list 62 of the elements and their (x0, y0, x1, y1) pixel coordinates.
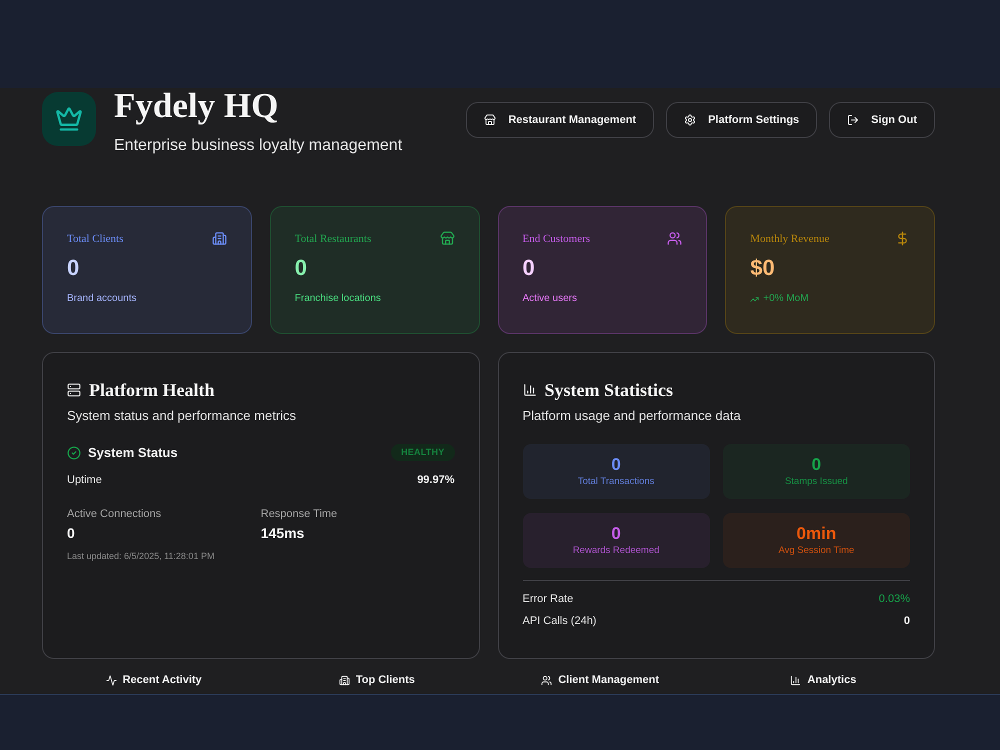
check-circle-icon (67, 446, 81, 460)
app-subtitle: Enterprise business loyalty management (114, 136, 402, 156)
header-action-button[interactable]: Platform Settings (666, 102, 818, 138)
stat-card-title: Monthly Revenue (750, 232, 830, 246)
tile-label: Avg Session Time (778, 545, 854, 557)
panel-title: System Statistics (544, 379, 673, 401)
tile-value: 0min (796, 524, 836, 544)
tile-label: Rewards Redeemed (572, 545, 660, 557)
dollar-icon (895, 231, 910, 246)
status-label: System Status (88, 444, 178, 460)
users-icon (667, 231, 682, 246)
stat-card-title: End Customers (522, 232, 590, 246)
stat-row-label: API Calls (24h) (522, 615, 596, 628)
section-tab[interactable]: Recent Activity (106, 673, 202, 687)
bar-chart-icon (522, 383, 536, 397)
stat-row-label: Error Rate (522, 593, 574, 606)
crown-logo-icon (42, 92, 96, 146)
metric-label: Response Time (260, 507, 338, 521)
stat-card-caption: Active users (522, 293, 577, 305)
tile-label: Total Transactions (578, 476, 654, 488)
section-tab[interactable]: Analytics (790, 673, 856, 687)
server-icon (67, 383, 81, 397)
tile-value: 0 (611, 455, 621, 475)
sign-out-icon (847, 114, 860, 126)
activity-icon (106, 674, 117, 686)
stat-card-caption: Franchise locations (294, 293, 381, 305)
last-updated-text: Last updated: 6/5/2025, 11:28:01 PM (67, 550, 216, 562)
status-badge: HEALTHY (391, 444, 454, 461)
panel-subtitle: Platform usage and performance data (522, 408, 742, 424)
bar-chart-icon (790, 674, 802, 686)
metric-value: 0 (67, 524, 76, 542)
stat-card-caption: +0% MoM (763, 293, 809, 305)
tile-value: 0 (812, 455, 822, 475)
metric-label: Active Connections (67, 507, 162, 521)
stat-card-value: $0 (750, 255, 776, 281)
building-icon (212, 231, 227, 246)
metric-value: 145ms (260, 524, 306, 542)
tile-value: 0 (611, 524, 621, 544)
users-icon (541, 674, 552, 686)
store-icon (484, 114, 496, 126)
panel-title: Platform Health (89, 379, 214, 401)
header-action-button[interactable]: Sign Out (829, 102, 935, 138)
panel-subtitle: System status and performance metrics (67, 408, 298, 424)
header-action-button[interactable]: Restaurant Management (466, 102, 654, 138)
section-tab[interactable]: Top Clients (338, 673, 415, 687)
stat-row-value: 0.03% (878, 593, 910, 606)
app-title: Fydely HQ (114, 86, 280, 126)
stat-card-caption: Brand accounts (67, 293, 136, 305)
trend-up-icon (750, 294, 760, 304)
building-icon (338, 674, 350, 686)
stat-card-value: 0 (294, 255, 308, 281)
stat-card-title: Total Clients (67, 232, 124, 246)
uptime-value: 99.97% (417, 473, 454, 487)
stat-card-value: 0 (522, 255, 536, 281)
tile-label: Stamps Issued (784, 476, 848, 488)
uptime-label: Uptime (67, 473, 102, 487)
store-icon (440, 231, 454, 246)
stat-card-value: 0 (67, 255, 80, 281)
stat-row-value: 0 (904, 615, 910, 628)
section-tab[interactable]: Client Management (541, 673, 660, 687)
stat-card-title: Total Restaurants (294, 232, 372, 246)
settings-icon (684, 114, 696, 126)
